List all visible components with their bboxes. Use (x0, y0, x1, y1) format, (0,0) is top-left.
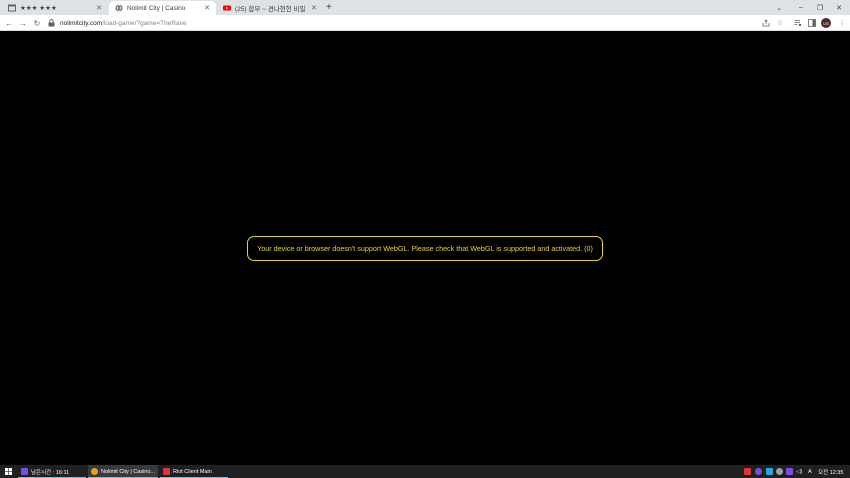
taskbar-item-label: Nolimit City | Casino... (101, 468, 155, 475)
browser-toolbar: ← → ↻ nolimitcity.com/load-game/?game=Th… (0, 15, 850, 31)
url-path: /load-game/?game=TheRave (102, 19, 187, 27)
tray-purple-app-icon[interactable] (786, 468, 793, 475)
media-controls-icon[interactable] (793, 18, 803, 28)
taskbar-item-label: 남은시간 : 16:11 (31, 469, 70, 476)
ime-indicator[interactable]: A (808, 465, 812, 478)
reload-button[interactable]: ↻ (31, 17, 43, 29)
forward-button[interactable]: → (17, 17, 29, 29)
chrome-icon (91, 468, 98, 475)
tab-title: (25) 합부 ~ 견나현현 비밀 | - Y (235, 6, 307, 13)
share-icon[interactable] (761, 18, 771, 28)
webgl-error-message: Your device or browser doesn't support W… (247, 236, 603, 261)
tray-network-icon[interactable] (776, 468, 783, 475)
taskbar-item-riot[interactable]: Riot Client Main (160, 465, 228, 478)
game-canvas-area: Your device or browser doesn't support W… (0, 31, 850, 465)
tray-discord-icon[interactable] (755, 468, 762, 475)
taskbar-item-timer[interactable]: 남은시간 : 16:11 (18, 465, 86, 478)
close-window-button[interactable]: ✕ (828, 0, 850, 15)
tab-youtube[interactable]: (25) 합부 ~ 견나현현 비밀 | - Y ✕ (217, 1, 323, 15)
close-tab-icon[interactable]: ✕ (96, 4, 102, 12)
new-tab-button[interactable]: + (326, 1, 332, 14)
tab-title: Nolimit City | Casino (127, 4, 186, 12)
close-tab-icon[interactable]: ✕ (204, 4, 210, 12)
lock-icon[interactable] (47, 19, 55, 27)
address-bar[interactable]: nolimitcity.com/load-game/?game=TheRave (47, 17, 792, 29)
volume-icon[interactable]: ◁) (796, 465, 802, 478)
windows-icon (4, 468, 12, 475)
tab-stars[interactable]: ★★★ ★★★ ✕ (2, 1, 108, 15)
tab-strip: ★★★ ★★★ ✕ Nolimit City | Casino ✕ (25) 합… (0, 0, 850, 15)
window-icon (8, 4, 16, 12)
taskbar-item-chrome[interactable]: Nolimit City | Casino... (88, 465, 158, 478)
globe-icon (115, 4, 123, 12)
clock[interactable]: 오전 12:35 (818, 465, 843, 478)
youtube-icon (223, 4, 231, 12)
back-button[interactable]: ← (3, 17, 15, 29)
bookmark-star-icon[interactable]: ☆ (775, 18, 785, 28)
tray-riot-icon[interactable] (744, 468, 751, 475)
tab-title: ★★★ ★★★ (20, 5, 57, 12)
close-tab-icon[interactable]: ✕ (311, 4, 317, 12)
tab-nolimit-city[interactable]: Nolimit City | Casino ✕ (109, 1, 216, 15)
taskbar-item-label: Riot Client Main (173, 468, 212, 475)
riot-icon (163, 468, 170, 475)
taskbar: 남은시간 : 16:11 Nolimit City | Casino... Ri… (0, 465, 850, 478)
tray-app-icon[interactable] (766, 468, 773, 475)
app-icon (21, 468, 28, 475)
side-panel-icon[interactable] (807, 18, 817, 28)
tab-search-icon[interactable]: ⌄ (768, 0, 790, 15)
start-button[interactable] (2, 465, 14, 478)
profile-avatar[interactable]: US (821, 18, 831, 28)
menu-icon[interactable]: ⋮ (837, 18, 847, 28)
url-host: nolimitcity.com (60, 19, 103, 27)
